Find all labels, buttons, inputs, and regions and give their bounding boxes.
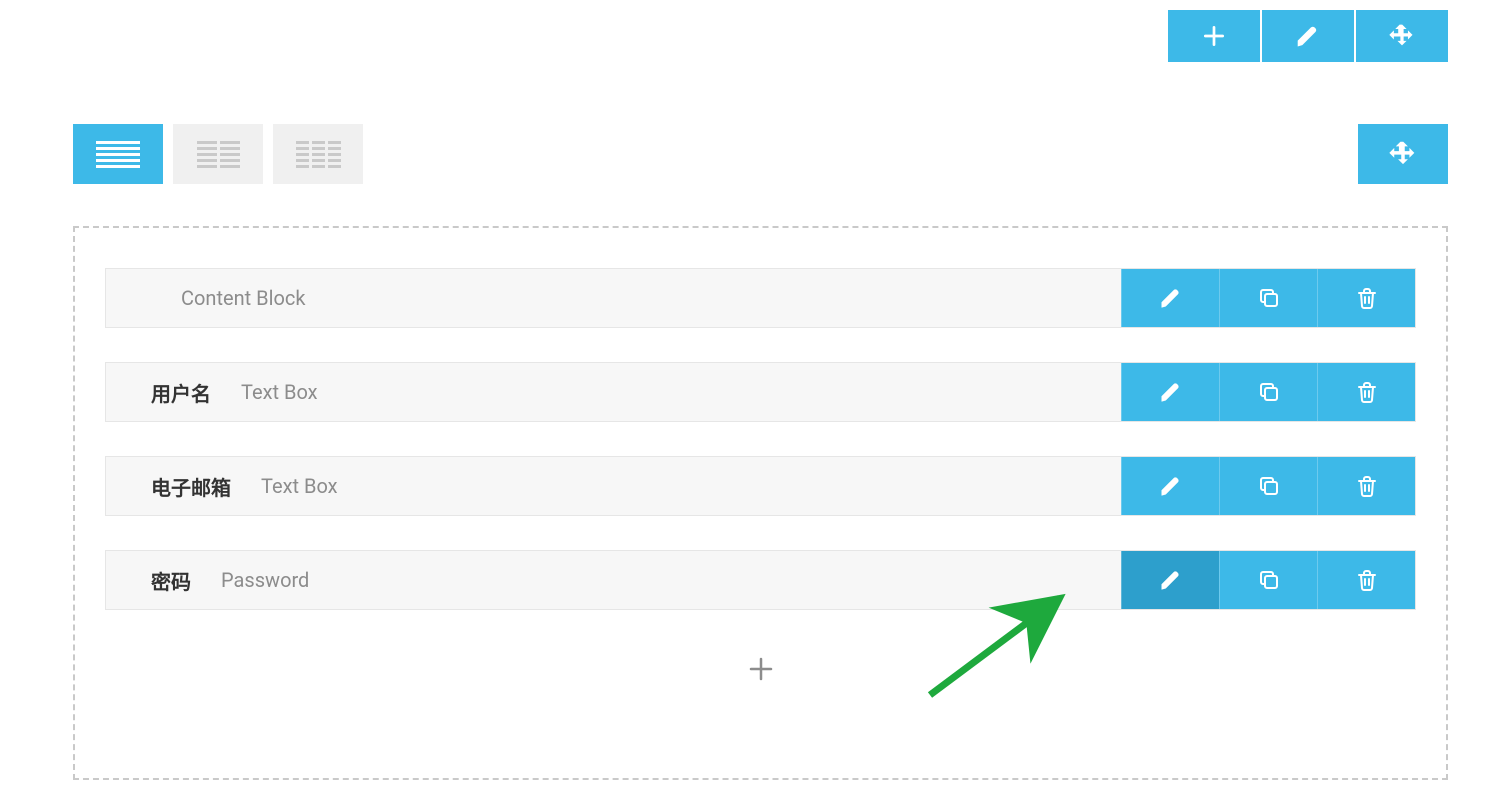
field-type: Text Box <box>241 380 318 404</box>
field-row[interactable]: 用户名 Text Box <box>105 362 1416 422</box>
pencil-icon <box>1159 286 1183 310</box>
trash-icon <box>1355 380 1379 404</box>
top-move-button[interactable] <box>1356 10 1448 62</box>
field-delete-button[interactable] <box>1317 363 1415 421</box>
layout-tab-two-column[interactable] <box>173 124 263 184</box>
editor-panel: Content Block 用户名 Text Box <box>38 62 1448 792</box>
field-row[interactable]: 电子邮箱 Text Box <box>105 456 1416 516</box>
copy-icon <box>1257 286 1281 310</box>
pencil-icon <box>1159 474 1183 498</box>
field-delete-button[interactable] <box>1317 551 1415 609</box>
field-copy-button[interactable] <box>1219 457 1317 515</box>
top-edit-button[interactable] <box>1262 10 1354 62</box>
field-edit-button[interactable] <box>1121 551 1219 609</box>
plus-icon <box>746 654 776 684</box>
field-delete-button[interactable] <box>1317 457 1415 515</box>
plus-icon <box>1201 23 1227 49</box>
copy-icon <box>1257 380 1281 404</box>
pencil-icon <box>1295 23 1321 49</box>
trash-icon <box>1355 474 1379 498</box>
trash-icon <box>1355 286 1379 310</box>
layout-tabs <box>73 124 363 184</box>
field-copy-button[interactable] <box>1219 269 1317 327</box>
field-type: Password <box>221 568 309 592</box>
fields-dropzone: Content Block 用户名 Text Box <box>73 226 1448 780</box>
field-copy-button[interactable] <box>1219 551 1317 609</box>
field-label: 密码 <box>151 566 191 595</box>
field-row[interactable]: 密码 Password <box>105 550 1416 610</box>
copy-icon <box>1257 568 1281 592</box>
layout-tab-three-column[interactable] <box>273 124 363 184</box>
field-type: Text Box <box>261 474 338 498</box>
pencil-icon <box>1159 568 1183 592</box>
panel-move-button[interactable] <box>1358 124 1448 184</box>
field-delete-button[interactable] <box>1317 269 1415 327</box>
field-edit-button[interactable] <box>1121 363 1219 421</box>
layout-tab-one-column[interactable] <box>73 124 163 184</box>
add-field-button[interactable] <box>105 644 1416 694</box>
field-label: 用户名 <box>151 378 211 407</box>
field-edit-button[interactable] <box>1121 457 1219 515</box>
field-edit-button[interactable] <box>1121 269 1219 327</box>
field-copy-button[interactable] <box>1219 363 1317 421</box>
field-type: Content Block <box>181 286 306 310</box>
pencil-icon <box>1159 380 1183 404</box>
field-label: 电子邮箱 <box>151 472 231 501</box>
move-icon <box>1389 140 1417 168</box>
top-add-button[interactable] <box>1168 10 1260 62</box>
top-toolbar <box>1168 10 1448 62</box>
trash-icon <box>1355 568 1379 592</box>
move-icon <box>1389 23 1415 49</box>
copy-icon <box>1257 474 1281 498</box>
field-row[interactable]: Content Block <box>105 268 1416 328</box>
